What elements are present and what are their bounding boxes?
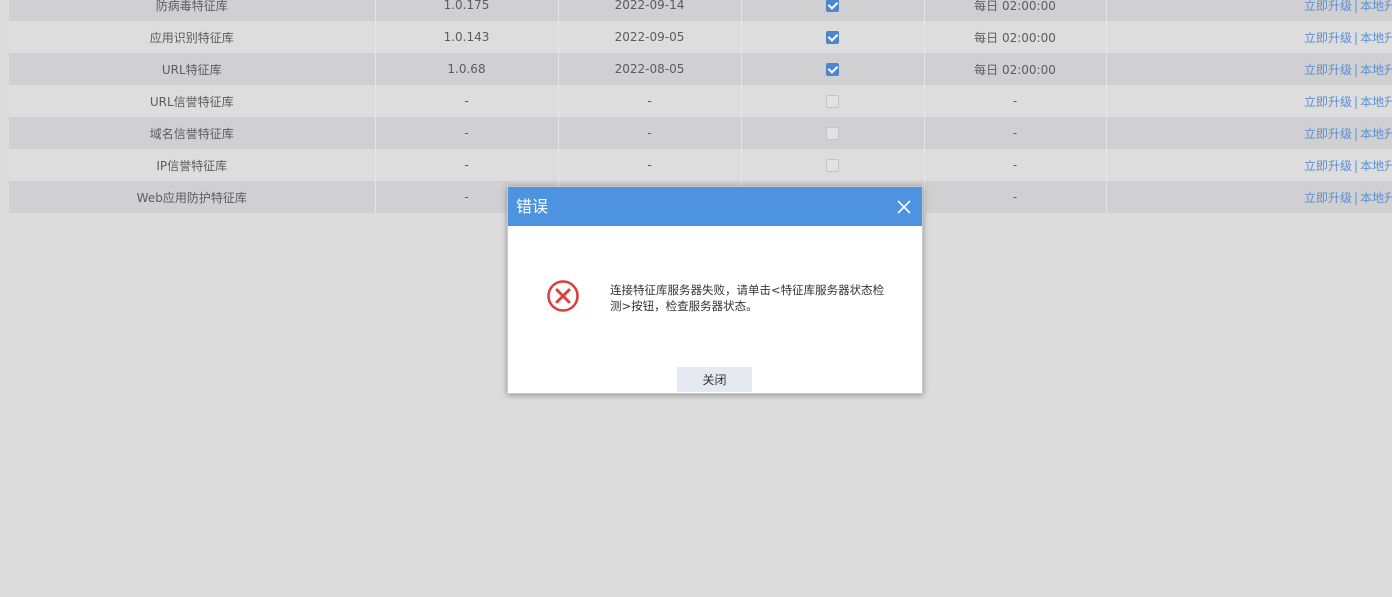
signature-library-table: 防病毒特征库 1.0.175 2022-09-14 每日 02:00:00 立即… (9, 0, 1392, 213)
operations-cell: 立即升级|本地升级 (1106, 85, 1392, 117)
close-icon[interactable] (896, 199, 912, 215)
library-date: 2022-09-05 (558, 21, 742, 53)
op-separator: | (1354, 190, 1359, 205)
library-name: 防病毒特征库 (9, 0, 376, 21)
dialog-title: 错误 (516, 197, 549, 216)
operations-cell: 立即升级|本地升级 (1106, 117, 1392, 149)
auto-update-cell (741, 85, 925, 117)
auto-update-cell (741, 117, 925, 149)
library-name: 域名信誉特征库 (9, 117, 376, 149)
update-schedule: - (924, 85, 1107, 117)
operations-cell: 立即升级|本地升级 (1106, 149, 1392, 181)
library-date: - (558, 85, 742, 117)
operations-cell: 立即升级|本地升级 (1106, 21, 1392, 53)
dialog-body: 连接特征库服务器失败，请单击<特征库服务器状态检测>按钮，检查服务器状态。 (508, 226, 922, 354)
upgrade-now-link[interactable]: 立即升级 (1304, 31, 1352, 45)
update-schedule: - (924, 149, 1107, 181)
upgrade-now-link[interactable]: 立即升级 (1304, 127, 1352, 141)
library-version: 1.0.175 (375, 0, 559, 21)
update-schedule: - (924, 117, 1107, 149)
op-separator: | (1354, 62, 1359, 77)
local-upgrade-link[interactable]: 本地升级 (1360, 0, 1392, 13)
operations-cell: 立即升级|本地升级 (1106, 0, 1392, 21)
local-upgrade-link[interactable]: 本地升级 (1360, 95, 1392, 109)
auto-update-cell (741, 21, 925, 53)
auto-update-checkbox[interactable] (826, 0, 839, 12)
local-upgrade-link[interactable]: 本地升级 (1360, 63, 1392, 77)
local-upgrade-link[interactable]: 本地升级 (1360, 159, 1392, 173)
page: 防病毒特征库 1.0.175 2022-09-14 每日 02:00:00 立即… (0, 0, 1392, 597)
op-separator: | (1354, 126, 1359, 141)
update-schedule: 每日 02:00:00 (924, 53, 1107, 85)
local-upgrade-link[interactable]: 本地升级 (1360, 31, 1392, 45)
table-row: IP信誉特征库 - - - 立即升级|本地升级 (9, 149, 1392, 181)
table-row: URL信誉特征库 - - - 立即升级|本地升级 (9, 85, 1392, 117)
error-circle-icon (546, 279, 580, 313)
library-date: 2022-09-14 (558, 0, 742, 21)
library-date: - (558, 117, 742, 149)
op-separator: | (1354, 94, 1359, 109)
dialog-header: 错误 (508, 187, 922, 226)
operations-cell: 立即升级|本地升级 (1106, 53, 1392, 85)
library-date: 2022-08-05 (558, 53, 742, 85)
upgrade-now-link[interactable]: 立即升级 (1304, 191, 1352, 205)
table-row: 防病毒特征库 1.0.175 2022-09-14 每日 02:00:00 立即… (9, 0, 1392, 21)
op-separator: | (1354, 30, 1359, 45)
auto-update-cell (741, 149, 925, 181)
auto-update-cell (741, 53, 925, 85)
update-schedule: 每日 02:00:00 (924, 21, 1107, 53)
upgrade-now-link[interactable]: 立即升级 (1304, 0, 1352, 13)
upgrade-now-link[interactable]: 立即升级 (1304, 159, 1352, 173)
library-name: URL特征库 (9, 53, 376, 85)
auto-update-cell (741, 0, 925, 21)
upgrade-now-link[interactable]: 立即升级 (1304, 63, 1352, 77)
library-name: 应用识别特征库 (9, 21, 376, 53)
update-schedule: 每日 02:00:00 (924, 0, 1107, 21)
library-version: - (375, 85, 559, 117)
auto-update-checkbox[interactable] (826, 31, 839, 44)
operations-cell: 立即升级|本地升级 (1106, 181, 1392, 213)
error-message: 连接特征库服务器失败，请单击<特征库服务器状态检测>按钮，检查服务器状态。 (610, 283, 885, 313)
library-version: 1.0.143 (375, 21, 559, 53)
op-separator: | (1354, 158, 1359, 173)
local-upgrade-link[interactable]: 本地升级 (1360, 191, 1392, 205)
library-version: - (375, 149, 559, 181)
library-name: URL信誉特征库 (9, 85, 376, 117)
update-schedule: - (924, 181, 1107, 213)
op-separator: | (1354, 0, 1359, 13)
table-row: URL特征库 1.0.68 2022-08-05 每日 02:00:00 立即升… (9, 53, 1392, 85)
error-dialog: 错误 连接特征库服务器失败，请单击<特征库服务器状态检测>按钮，检查服务器状态。… (507, 186, 923, 394)
library-name: IP信誉特征库 (9, 149, 376, 181)
library-date: - (558, 149, 742, 181)
table-row: 应用识别特征库 1.0.143 2022-09-05 每日 02:00:00 立… (9, 21, 1392, 53)
auto-update-checkbox[interactable] (826, 127, 839, 140)
local-upgrade-link[interactable]: 本地升级 (1360, 127, 1392, 141)
auto-update-checkbox[interactable] (826, 63, 839, 76)
upgrade-now-link[interactable]: 立即升级 (1304, 95, 1352, 109)
library-name: Web应用防护特征库 (9, 181, 376, 213)
close-button[interactable]: 关闭 (677, 367, 752, 392)
dialog-footer: 关闭 (508, 355, 922, 393)
auto-update-checkbox[interactable] (826, 95, 839, 108)
library-version: - (375, 117, 559, 149)
table-row: 域名信誉特征库 - - - 立即升级|本地升级 (9, 117, 1392, 149)
auto-update-checkbox[interactable] (826, 159, 839, 172)
library-version: 1.0.68 (375, 53, 559, 85)
